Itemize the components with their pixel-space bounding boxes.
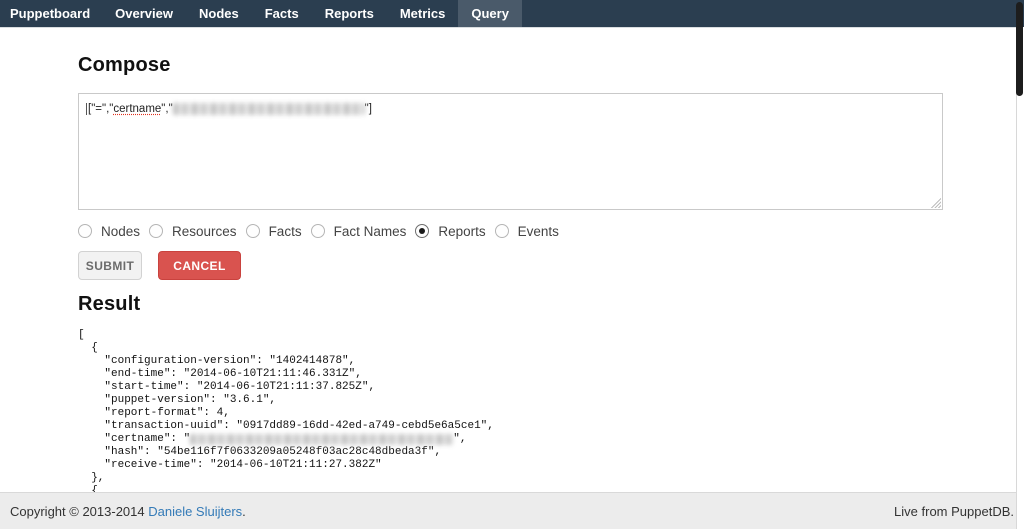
radio-option-fact-names[interactable]: Fact Names [311, 224, 407, 239]
redacted-certname-value [173, 103, 365, 115]
compose-heading: Compose [78, 54, 171, 77]
query-text: ["=","certname"," "] [79, 94, 942, 115]
radio-option-events[interactable]: Events [495, 224, 559, 239]
nav-item-metrics[interactable]: Metrics [387, 0, 459, 27]
query-mid: "," [161, 103, 172, 115]
radio-label-resources: Resources [172, 224, 237, 239]
result-heading: Result [78, 293, 140, 316]
nav-item-overview[interactable]: Overview [102, 0, 186, 27]
json-line: "end-time": "2014-06-10T21:11:46.331Z", [78, 368, 494, 381]
json-line: "start-time": "2014-06-10T21:11:37.825Z"… [78, 381, 494, 394]
puppetdb-status-text: Live from PuppetDB. [894, 504, 1014, 519]
radio-option-reports[interactable]: Reports [415, 224, 485, 239]
radio-label-reports: Reports [438, 224, 485, 239]
query-textarea[interactable]: ["=","certname"," "] [78, 93, 943, 210]
endpoint-radio-group: Nodes Resources Facts Fact Names Reports… [78, 223, 568, 239]
nav-item-nodes[interactable]: Nodes [186, 0, 252, 27]
submit-button[interactable]: SUBMIT [78, 251, 142, 280]
json-line: "hash": "54be116f7f0633209a05248f03ac28c… [78, 446, 494, 459]
json-line: "receive-time": "2014-06-10T21:11:27.382… [78, 459, 494, 472]
query-prefix: ["="," [88, 103, 113, 115]
scrollbar-thumb[interactable] [1016, 2, 1023, 96]
radio-label-fact-names: Fact Names [334, 224, 407, 239]
radio-icon-nodes[interactable] [78, 224, 92, 238]
json-line: "transaction-uuid": "0917dd89-16dd-42ed-… [78, 420, 494, 433]
radio-option-nodes[interactable]: Nodes [78, 224, 140, 239]
textarea-resize-grip[interactable] [930, 197, 941, 208]
result-json-output: [ { "configuration-version": "1402414878… [78, 329, 494, 498]
nav-brand-puppetboard[interactable]: Puppetboard [0, 0, 102, 27]
footer: Copyright © 2013-2014 Daniele Sluijters.… [0, 492, 1024, 529]
scrollbar-track[interactable] [1016, 27, 1024, 529]
json-line: "configuration-version": "1402414878", [78, 355, 494, 368]
top-nav: Puppetboard Overview Nodes Facts Reports… [0, 0, 1024, 27]
copyright-text: Copyright © 2013-2014 Daniele Sluijters. [10, 504, 246, 519]
radio-icon-reports-selected[interactable] [415, 224, 429, 238]
cancel-button[interactable]: CANCEL [158, 251, 241, 280]
radio-label-events: Events [518, 224, 559, 239]
query-certname-key: certname [113, 103, 161, 115]
radio-label-nodes: Nodes [101, 224, 140, 239]
radio-icon-events[interactable] [495, 224, 509, 238]
json-line: "puppet-version": "3.6.1", [78, 394, 494, 407]
action-buttons: SUBMIT CANCEL [78, 251, 241, 280]
radio-icon-facts[interactable] [246, 224, 260, 238]
query-suffix: "] [365, 103, 372, 115]
json-line-certname: "certname": " ", [78, 433, 494, 446]
json-line: { [78, 342, 494, 355]
nav-item-reports[interactable]: Reports [312, 0, 387, 27]
json-line: [ [78, 329, 494, 342]
text-caret [86, 103, 87, 115]
copyright-suffix: . [242, 504, 246, 519]
nav-item-query-active[interactable]: Query [458, 0, 522, 27]
radio-icon-resources[interactable] [149, 224, 163, 238]
json-line: "report-format": 4, [78, 407, 494, 420]
certname-key: "certname": " [78, 433, 190, 445]
radio-label-facts: Facts [269, 224, 302, 239]
radio-option-resources[interactable]: Resources [149, 224, 237, 239]
puppetboard-query-page: Puppetboard Overview Nodes Facts Reports… [0, 0, 1024, 529]
copyright-prefix: Copyright © 2013-2014 [10, 504, 148, 519]
author-link[interactable]: Daniele Sluijters [148, 504, 242, 519]
radio-option-facts[interactable]: Facts [246, 224, 302, 239]
json-line: }, [78, 472, 494, 485]
redacted-certname-json [190, 434, 453, 445]
certname-close: ", [453, 433, 466, 445]
nav-item-facts[interactable]: Facts [252, 0, 312, 27]
radio-icon-fact-names[interactable] [311, 224, 325, 238]
